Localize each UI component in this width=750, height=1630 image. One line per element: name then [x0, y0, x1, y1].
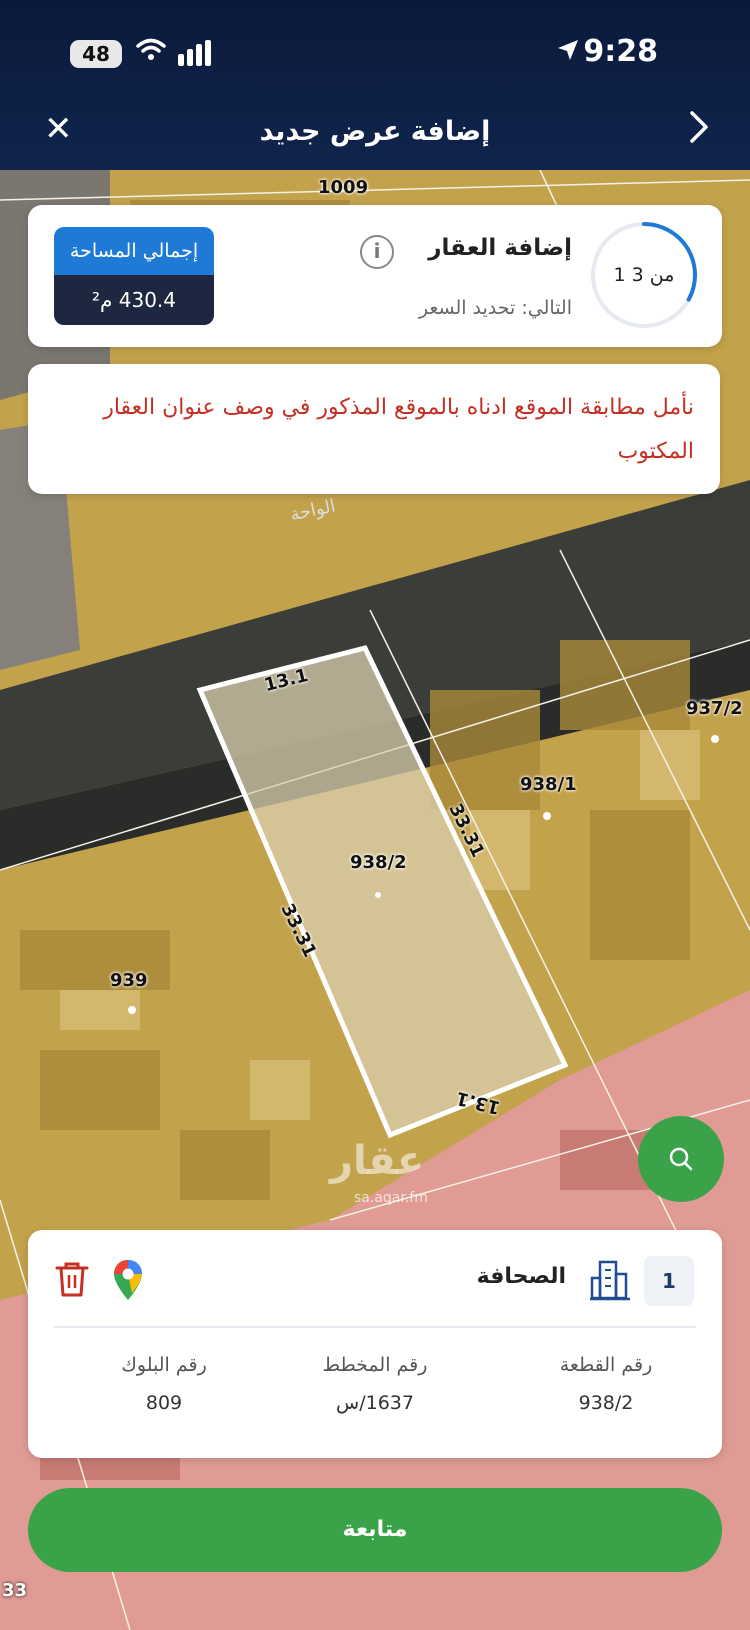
- scheme-number-field: رقم المخطط 1637/س: [285, 1354, 465, 1414]
- cellular-signal-icon: [178, 40, 218, 66]
- parcel-label: 938/1: [520, 774, 577, 795]
- status-time: 9:28: [583, 34, 658, 69]
- field-value: 809: [145, 1392, 183, 1414]
- map-search-button[interactable]: [638, 1116, 724, 1202]
- field-label: رقم القطعة: [559, 1354, 653, 1376]
- district-name: الصحافة: [476, 1264, 566, 1289]
- parcel-label: 937/2: [686, 698, 743, 719]
- parcel-label: 939: [110, 970, 148, 991]
- continue-button[interactable]: متابعة: [28, 1488, 722, 1572]
- divider: [54, 1326, 696, 1328]
- total-area-value: 430.4 م²: [54, 275, 214, 325]
- notice-card: نأمل مطابقة الموقع ادناه بالموقع المذكور…: [28, 364, 720, 494]
- field-value: 1637/س: [336, 1392, 414, 1414]
- parcel-index: 1: [644, 1256, 694, 1306]
- watermark-url: sa.aqar.fm: [354, 1190, 428, 1206]
- parcel-label: 1009: [318, 177, 369, 198]
- notice-text: نأمل مطابقة الموقع ادناه بالموقع المذكور…: [103, 395, 694, 464]
- trash-icon[interactable]: [54, 1260, 90, 1298]
- total-area-label: إجمالي المساحة: [54, 227, 214, 275]
- info-icon[interactable]: i: [360, 235, 394, 269]
- map-edge-label: 33: [2, 1580, 28, 1601]
- watermark-logo: عقار: [330, 1138, 425, 1184]
- page-title: إضافة عرض جديد: [259, 116, 491, 147]
- google-maps-pin-icon[interactable]: [112, 1258, 144, 1302]
- parcel-label: 938/2: [350, 852, 407, 873]
- field-label: رقم البلوك: [121, 1354, 207, 1376]
- step-progress-label: 1 من 3: [613, 264, 675, 286]
- battery-indicator: 48: [70, 40, 122, 68]
- parcel-card: 1 الصحافة رقم القطعة 938/2 رقم المخطط 16…: [28, 1230, 722, 1458]
- building-icon: [590, 1260, 630, 1301]
- location-arrow-icon: [556, 38, 580, 68]
- wifi-icon: [136, 38, 166, 68]
- back-chevron-icon[interactable]: [688, 110, 710, 150]
- step-card: 1 من 3 إضافة العقار i التالي: تحديد السع…: [28, 205, 722, 347]
- plot-number-field: رقم القطعة 938/2: [516, 1354, 696, 1414]
- field-value: 938/2: [578, 1392, 634, 1414]
- block-number-field: رقم البلوك 809: [74, 1354, 254, 1414]
- step-title: إضافة العقار: [428, 235, 572, 261]
- next-step-label: التالي: تحديد السعر: [418, 297, 572, 319]
- search-icon: [669, 1147, 693, 1171]
- top-bar: 48 9:28 ✕ إضافة عرض جديد: [0, 0, 750, 170]
- field-label: رقم المخطط: [322, 1354, 428, 1376]
- total-area-box: إجمالي المساحة 430.4 م²: [54, 227, 214, 325]
